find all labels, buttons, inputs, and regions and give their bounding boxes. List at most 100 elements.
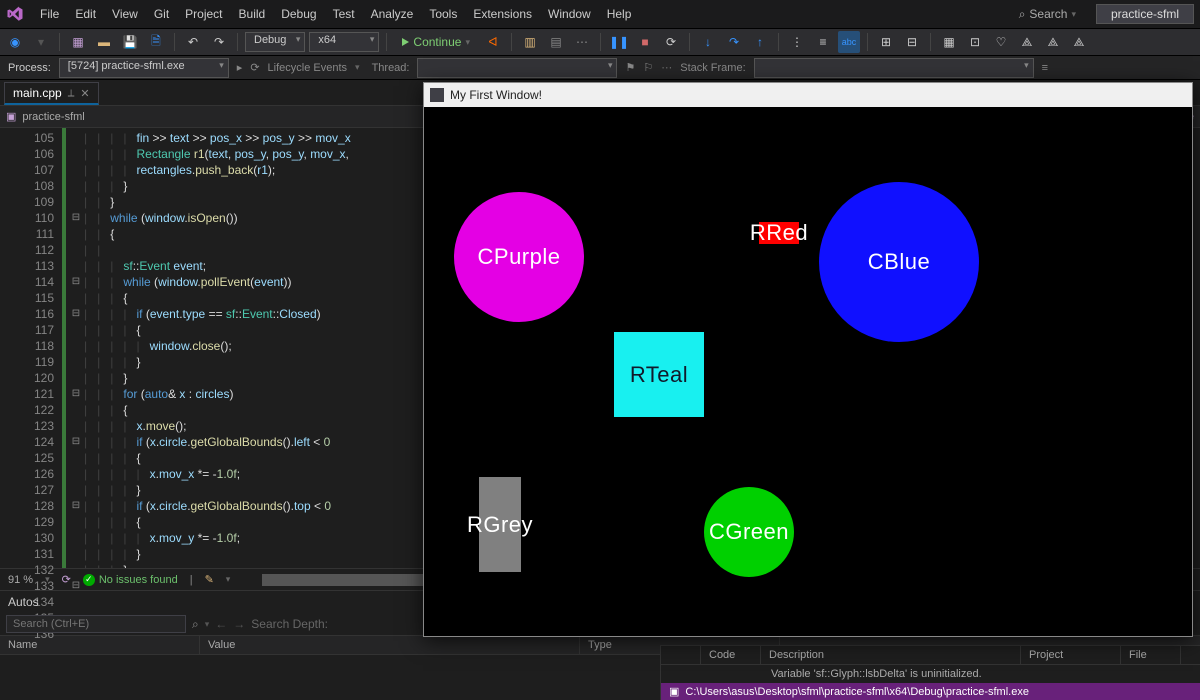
sfml-title: My First Window! bbox=[450, 88, 542, 102]
tb-misc-6[interactable]: ▦ bbox=[938, 31, 960, 53]
search-icon: ⌕ bbox=[1019, 7, 1026, 22]
col-desc[interactable]: Description bbox=[761, 646, 1021, 664]
menu-debug[interactable]: Debug bbox=[273, 4, 324, 24]
debug-process-bar: Process: [5724] practice-sfml.exe ▸ ⟳ Li… bbox=[0, 56, 1200, 80]
col-file[interactable]: File bbox=[1121, 646, 1181, 664]
output-footer: ▣ C:\Users\asus\Desktop\sfml\practice-sf… bbox=[661, 683, 1200, 700]
platform-combo[interactable]: x64 bbox=[309, 32, 379, 52]
col-name[interactable]: Name bbox=[0, 636, 200, 654]
search-icon[interactable]: ⌕ bbox=[192, 617, 199, 632]
search-label: Search bbox=[1029, 7, 1067, 21]
tab-main-cpp[interactable]: main.cpp ⟂ ✕ bbox=[4, 82, 99, 105]
close-icon[interactable]: ✕ bbox=[80, 87, 89, 100]
change-indicator-bar bbox=[60, 128, 68, 568]
tb-misc-11[interactable]: ⟁ bbox=[1068, 31, 1090, 53]
menu-test[interactable]: Test bbox=[325, 4, 363, 24]
error-list-panel: Code Description Project File Variable '… bbox=[660, 645, 1200, 700]
main-toolbar: ◉ ▾ ▦ ▬ 💾 🗎 ↶ ↷ Debug x64 Continue ▾ ᐊ ▥… bbox=[0, 28, 1200, 56]
fold-gutter[interactable]: ⊟⊟⊟⊟⊟⊟⊟ bbox=[68, 128, 84, 568]
tb-misc-2[interactable]: ≡ bbox=[812, 31, 834, 53]
tb-misc-8[interactable]: ♡ bbox=[990, 31, 1012, 53]
project-selector[interactable]: practice-sfml bbox=[1096, 4, 1194, 24]
menu-tools[interactable]: Tools bbox=[421, 4, 465, 24]
tb-icon-2[interactable]: ▤ bbox=[545, 31, 567, 53]
tb-misc-5[interactable]: ⊟ bbox=[901, 31, 923, 53]
menu-view[interactable]: View bbox=[104, 4, 146, 24]
play-icon bbox=[402, 38, 409, 46]
continue-button[interactable]: Continue ▾ bbox=[394, 33, 478, 51]
menu-help[interactable]: Help bbox=[599, 4, 640, 24]
tb-icon-1[interactable]: ▥ bbox=[519, 31, 541, 53]
project-icon: ▣ bbox=[6, 110, 16, 123]
menu-git[interactable]: Git bbox=[146, 4, 177, 24]
process-label: Process: bbox=[8, 62, 51, 74]
line-number-gutter: 1051061071081091101111121131141151161171… bbox=[0, 128, 60, 568]
save-icon[interactable]: 💾 bbox=[119, 31, 141, 53]
global-search[interactable]: ⌕ Search ▾ bbox=[1011, 5, 1084, 24]
pause-button[interactable]: ❚❚ bbox=[608, 31, 630, 53]
thread-combo[interactable] bbox=[417, 58, 617, 78]
tb-misc-7[interactable]: ⊡ bbox=[964, 31, 986, 53]
error-columns: Code Description Project File bbox=[661, 646, 1200, 665]
autos-search-input[interactable] bbox=[6, 615, 186, 633]
shape-cpurple: CPurple bbox=[454, 192, 584, 322]
config-combo[interactable]: Debug bbox=[245, 32, 305, 52]
hot-reload-icon[interactable]: ᐊ bbox=[482, 31, 504, 53]
footer-path: C:\Users\asus\Desktop\sfml\practice-sfml… bbox=[685, 686, 1029, 698]
exe-icon: ▣ bbox=[669, 685, 679, 698]
error-row[interactable]: Variable 'sf::Glyph::lsbDelta' is uninit… bbox=[661, 665, 1200, 683]
col-project[interactable]: Project bbox=[1021, 646, 1121, 664]
context-project[interactable]: practice-sfml bbox=[22, 111, 84, 123]
tb-misc-10[interactable]: ⟁ bbox=[1042, 31, 1064, 53]
step-into-icon[interactable]: ↓ bbox=[697, 31, 719, 53]
menu-project[interactable]: Project bbox=[177, 4, 230, 24]
col-code[interactable]: Code bbox=[701, 646, 761, 664]
undo-button[interactable]: ↶ bbox=[182, 31, 204, 53]
continue-label: Continue bbox=[413, 35, 461, 49]
tb-misc-1[interactable]: ⋮ bbox=[786, 31, 808, 53]
menu-window[interactable]: Window bbox=[540, 4, 599, 24]
stack-combo[interactable] bbox=[754, 58, 1034, 78]
nav-back-button[interactable]: ◉ bbox=[4, 31, 26, 53]
redo-button[interactable]: ↷ bbox=[208, 31, 230, 53]
stack-frame-label: Stack Frame: bbox=[680, 62, 745, 74]
restart-button[interactable]: ⟳ bbox=[660, 31, 682, 53]
shape-rteal: RTeal bbox=[614, 332, 704, 417]
sfml-app-window[interactable]: My First Window! CPurple RRed CBlue RTeal RG… bbox=[423, 82, 1193, 637]
sfml-canvas: CPurpleRRedCBlueRTealRGreyCGreen bbox=[424, 107, 1192, 636]
search-depth-label: Search Depth: bbox=[251, 617, 328, 631]
open-icon[interactable]: ▬ bbox=[93, 31, 115, 53]
tb-misc-9[interactable]: ⟁ bbox=[1016, 31, 1038, 53]
menu-file[interactable]: File bbox=[32, 4, 67, 24]
tb-misc-4[interactable]: ⊞ bbox=[875, 31, 897, 53]
shape-rred: RRed bbox=[759, 222, 799, 244]
tab-label: main.cpp bbox=[13, 86, 62, 100]
process-combo[interactable]: [5724] practice-sfml.exe bbox=[59, 58, 229, 78]
new-file-icon[interactable]: ▦ bbox=[67, 31, 89, 53]
step-over-icon[interactable]: ↷ bbox=[723, 31, 745, 53]
step-out-icon[interactable]: ↑ bbox=[749, 31, 771, 53]
nav-fwd-button[interactable]: ▾ bbox=[30, 31, 52, 53]
menu-extensions[interactable]: Extensions bbox=[465, 4, 540, 24]
sfml-titlebar[interactable]: My First Window! bbox=[424, 83, 1192, 107]
thread-label: Thread: bbox=[372, 62, 410, 74]
issues-indicator[interactable]: No issues found bbox=[83, 574, 178, 586]
shape-rgrey: RGrey bbox=[479, 477, 521, 572]
menu-analyze[interactable]: Analyze bbox=[363, 4, 422, 24]
lifecycle-label[interactable]: Lifecycle Events bbox=[268, 62, 347, 74]
tb-misc-3[interactable]: abc bbox=[838, 31, 860, 53]
menu-edit[interactable]: Edit bbox=[67, 4, 104, 24]
menu-bar: FileEditViewGitProjectBuildDebugTestAnal… bbox=[0, 0, 1200, 28]
save-all-icon[interactable]: 🗎 bbox=[145, 31, 167, 53]
menu-build[interactable]: Build bbox=[231, 4, 274, 24]
stop-button[interactable]: ■ bbox=[634, 31, 656, 53]
tb-icon-3[interactable]: ⋯ bbox=[571, 31, 593, 53]
pin-icon[interactable]: ⟂ bbox=[68, 88, 75, 99]
sfml-app-icon bbox=[430, 88, 444, 102]
brush-icon[interactable]: ✎ bbox=[205, 573, 214, 586]
col-value[interactable]: Value bbox=[200, 636, 580, 654]
vs-logo-icon bbox=[6, 5, 24, 23]
sync-icon[interactable]: ⟳ bbox=[62, 573, 71, 586]
shape-cblue: CBlue bbox=[819, 182, 979, 342]
zoom-level[interactable]: 91 % bbox=[8, 574, 33, 586]
